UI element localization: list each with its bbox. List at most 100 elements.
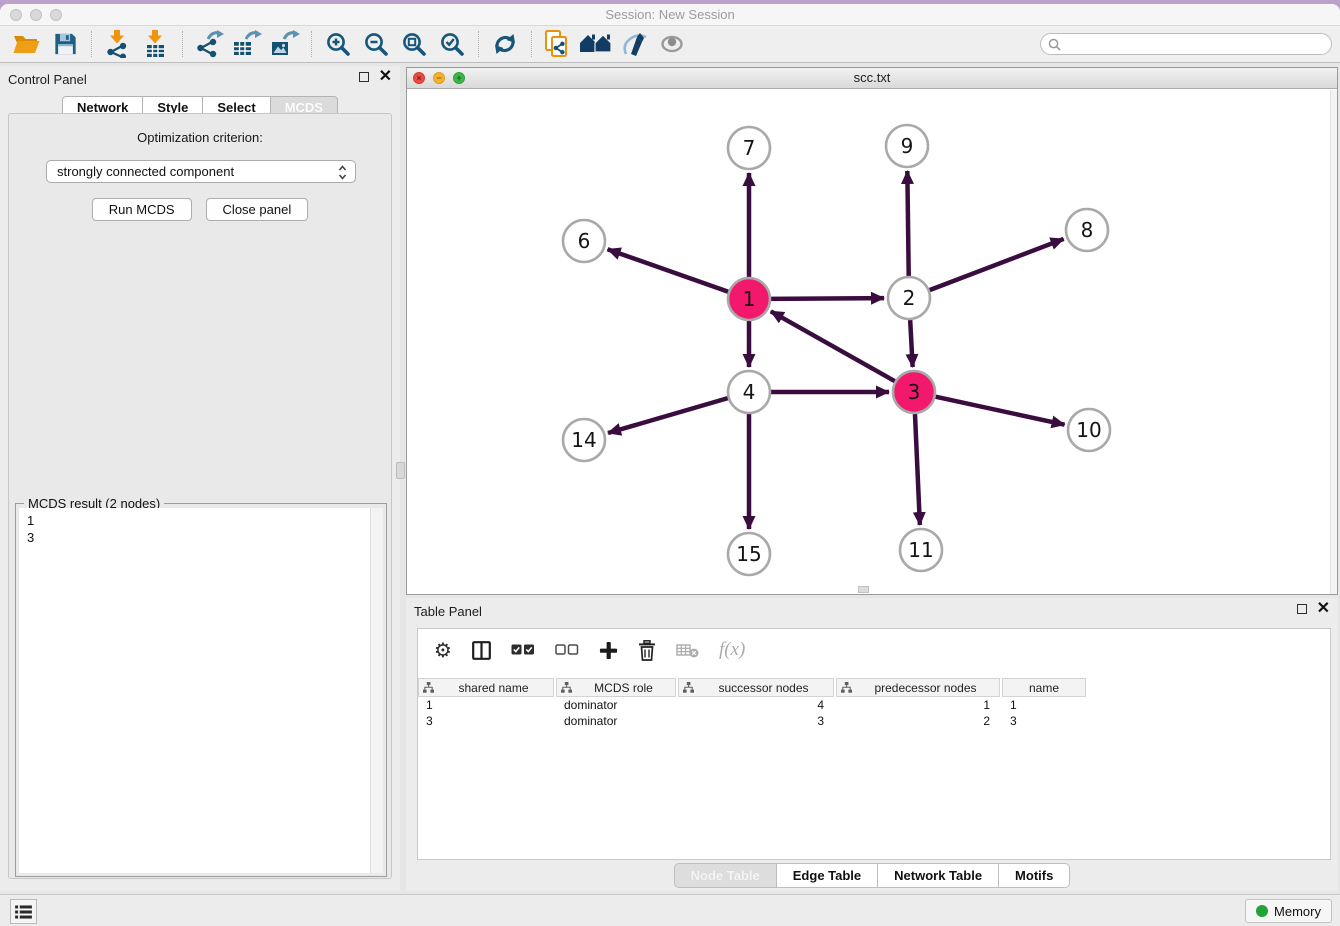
show-all-networks-button[interactable] [577,28,615,60]
close-panel-button[interactable]: Close panel [206,198,309,221]
table-body: 1dominator4113dominator323 [418,697,1330,729]
tab-edge-table[interactable]: Edge Table [777,863,878,888]
network-view-window: × − + scc.txt 7968124314101511 [406,67,1338,595]
task-history-button[interactable] [10,899,37,924]
import-network-button[interactable] [99,28,137,60]
network-canvas[interactable]: 7968124314101511 [407,90,1337,594]
table-row[interactable]: 3dominator323 [418,713,1330,729]
graph-edge-4-14[interactable] [608,398,728,433]
tab-network-table[interactable]: Network Table [878,863,999,888]
table-cell[interactable]: 2 [836,713,1002,729]
zoom-in-icon [325,31,352,58]
maximize-network-icon[interactable]: + [453,72,465,84]
table-cell[interactable]: 1 [418,697,556,713]
graph-node-label: 7 [743,136,756,160]
open-session-button[interactable] [8,28,46,60]
graph-edge-1-2[interactable] [771,298,884,299]
table-settings-gear-icon[interactable]: ⚙ [434,640,452,660]
result-scrollbar[interactable] [370,508,383,873]
mcds-result-textarea[interactable]: 13 [19,508,383,873]
table-panel-title: Table Panel [414,604,482,619]
graph-node-label: 9 [901,134,914,158]
zoom-fit-icon [401,31,428,58]
unselect-all-icon[interactable] [555,644,579,656]
minimize-network-icon[interactable]: − [433,72,445,84]
minimize-window-icon[interactable] [30,9,42,21]
clone-network-icon [543,29,573,59]
zoom-out-button[interactable] [357,28,395,60]
memory-button[interactable]: Memory [1245,899,1332,923]
table-panel-header: Table Panel ✕ [406,598,1338,624]
graph-edge-3-10[interactable] [935,397,1064,425]
save-session-button[interactable] [46,28,84,60]
dropdown-stepper-icon [338,165,347,183]
table-cell[interactable]: 1 [1002,697,1088,713]
criterion-dropdown[interactable]: strongly connected component [46,160,356,183]
table-header-row: shared name MCDS rolesuccessor nodesprede… [418,678,1330,697]
zoom-fit-button[interactable] [395,28,433,60]
table-cell[interactable]: dominator [556,697,678,713]
table-cell[interactable]: dominator [556,713,678,729]
export-network-button[interactable] [190,28,228,60]
graph-node-label: 2 [903,286,916,310]
search-input[interactable] [1040,33,1332,55]
zoom-in-button[interactable] [319,28,357,60]
zoom-selected-button[interactable] [433,28,471,60]
graph-edge-1-6[interactable] [608,249,729,291]
optimization-criterion-label: Optimization criterion: [9,130,391,145]
export-image-button[interactable] [266,28,304,60]
graph-edge-3-1[interactable] [771,311,895,381]
control-panel: Control Panel ✕ Network Style Select MCD… [0,66,400,891]
network-window-controls: × − + [413,72,465,84]
column-header-label: MCDS role [572,681,675,695]
control-panel-title: Control Panel [8,72,87,87]
graph-edge-2-3[interactable] [910,320,913,367]
close-network-icon[interactable]: × [413,72,425,84]
close-table-panel-icon[interactable]: ✕ [1317,603,1330,615]
table-cell[interactable]: 1 [836,697,1002,713]
network-window-titlebar: × − + scc.txt [407,68,1337,89]
clone-network-button[interactable] [539,28,577,60]
column-header-MCDS-role[interactable]: MCDS role [556,678,676,697]
add-column-icon[interactable] [599,641,618,660]
export-table-icon [232,30,262,58]
show-style-button[interactable] [615,28,653,60]
eye-icon [658,31,686,57]
import-network-icon [104,30,132,58]
graph-edge-3-11[interactable] [915,414,920,525]
network-window-title: scc.txt [407,68,1337,88]
float-panel-icon[interactable] [359,72,369,82]
column-header-shared-name[interactable]: shared name [418,678,554,697]
network-resize-handle[interactable] [858,586,869,593]
table-row[interactable]: 1dominator411 [418,697,1330,713]
hide-panels-button[interactable] [653,28,691,60]
select-all-icon[interactable] [511,644,535,656]
graph-edge-2-8[interactable] [930,239,1064,290]
import-table-icon [142,30,170,58]
float-table-panel-icon[interactable] [1297,604,1307,614]
panel-splitter-handle[interactable] [396,462,405,479]
show-columns-icon[interactable] [472,641,491,660]
export-table-button[interactable] [228,28,266,60]
table-cell[interactable]: 4 [678,697,836,713]
table-cell[interactable]: 3 [678,713,836,729]
close-window-icon[interactable] [10,9,22,21]
list-icon [15,905,32,919]
column-header-predecessor-nodes[interactable]: predecessor nodes [836,678,1000,697]
tab-node-table[interactable]: Node Table [674,863,777,888]
zoom-window-icon[interactable] [50,9,62,21]
column-header-name[interactable]: name [1002,678,1086,697]
table-cell[interactable]: 3 [418,713,556,729]
network-scrollbar[interactable] [1330,90,1337,594]
run-mcds-button[interactable]: Run MCDS [92,198,192,221]
graph-edge-2-9[interactable] [907,171,908,276]
apply-layout-button[interactable] [486,28,524,60]
tab-motifs[interactable]: Motifs [999,863,1070,888]
import-table-button[interactable] [137,28,175,60]
column-header-successor-nodes[interactable]: successor nodes [678,678,834,697]
toolbar-separator [91,31,92,57]
graph-node-label: 1 [743,287,756,311]
table-cell[interactable]: 3 [1002,713,1088,729]
delete-column-icon[interactable] [638,640,656,661]
close-panel-icon[interactable]: ✕ [379,71,392,83]
